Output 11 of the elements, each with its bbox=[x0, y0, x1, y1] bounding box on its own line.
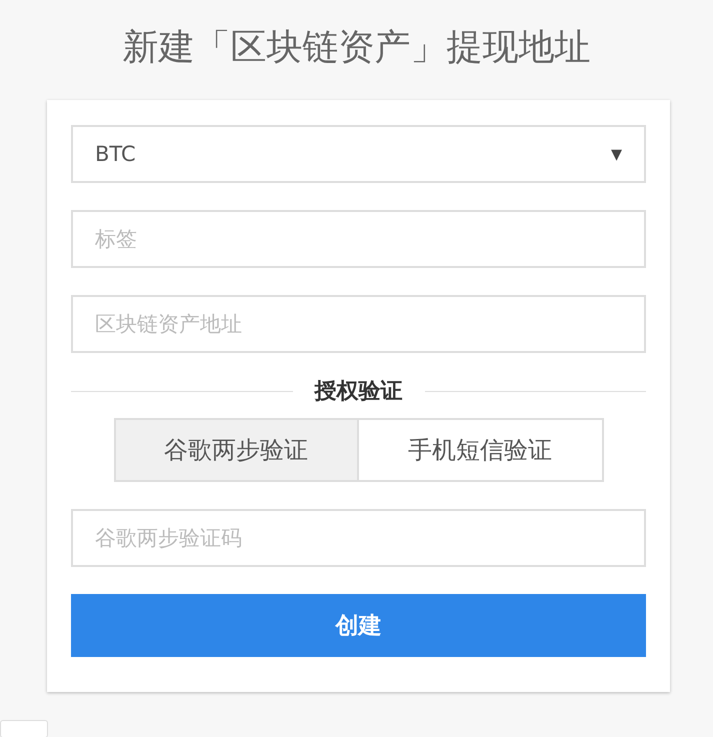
address-field[interactable]: 区块链资产地址 bbox=[71, 295, 646, 353]
verification-tab[interactable]: 谷歌两步验证 bbox=[114, 418, 358, 482]
section-heading: 授权验证 bbox=[313, 378, 404, 406]
page-title: 新建「区块链资产」提现地址 bbox=[122, 26, 592, 70]
panel-edge bbox=[0, 720, 48, 737]
caret-icon: ▾ bbox=[610, 142, 622, 166]
label-field[interactable]: 标签 bbox=[71, 210, 646, 268]
create-button[interactable]: 创建 bbox=[71, 594, 646, 657]
code-field[interactable]: 谷歌两步验证码 bbox=[71, 509, 646, 567]
verification-tab[interactable]: 手机短信验证 bbox=[358, 418, 604, 482]
asset-select[interactable]: BTC ▾ bbox=[71, 125, 646, 183]
